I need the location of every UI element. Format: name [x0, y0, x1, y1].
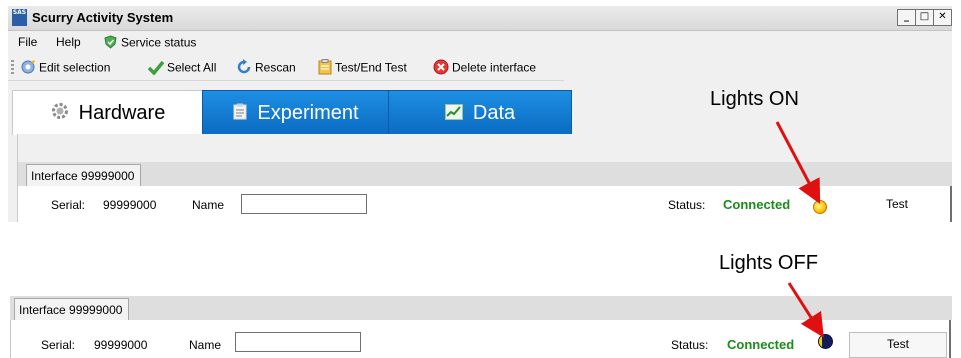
- arrow-to-light-on: [775, 121, 821, 204]
- annotation-arrows: [775, 121, 824, 338]
- arrow-to-light-off: [787, 282, 824, 338]
